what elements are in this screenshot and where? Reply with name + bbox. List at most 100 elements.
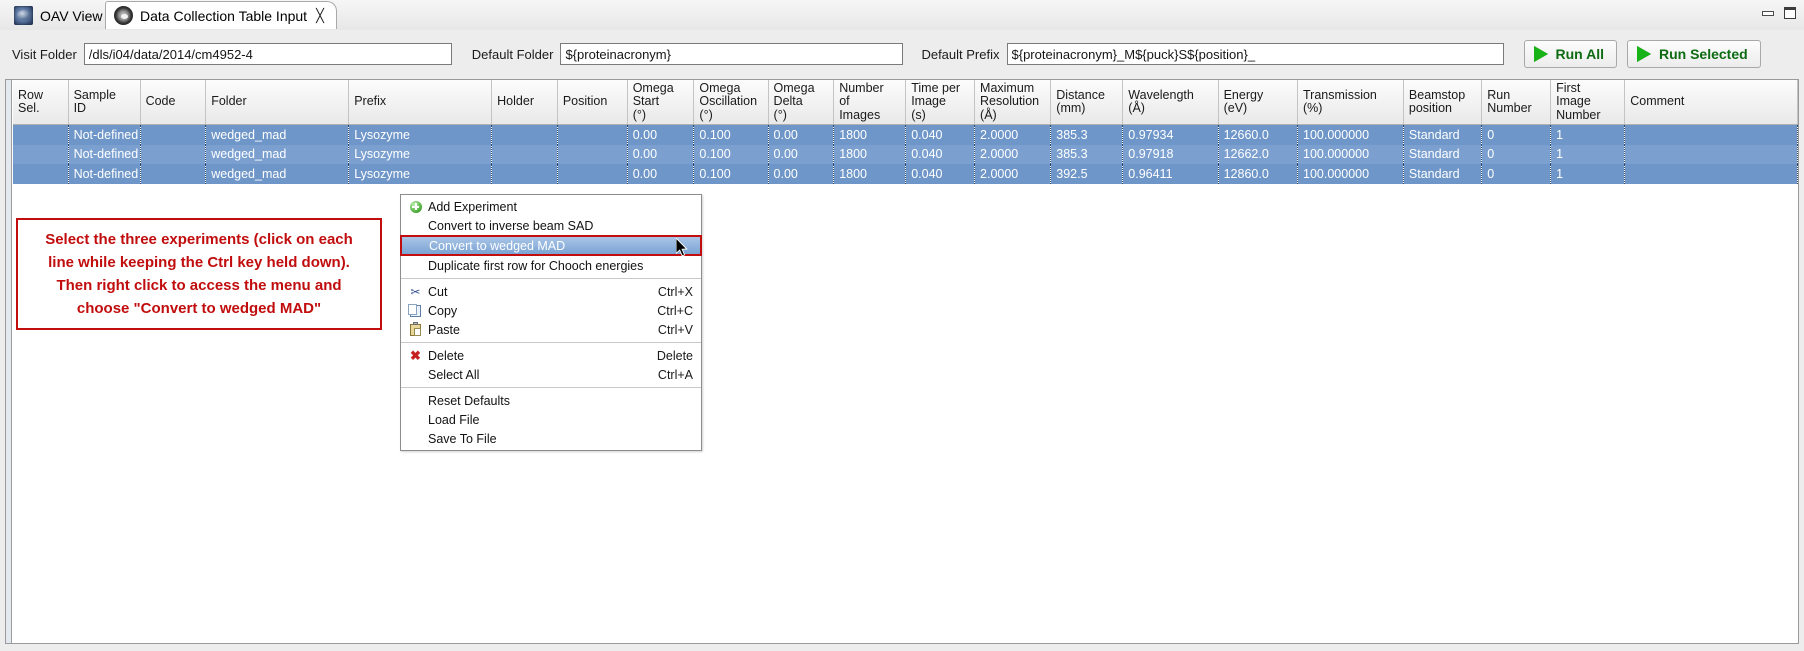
table-header-cell-4[interactable]: Prefix — [348, 80, 493, 125]
table-header-cell-12[interactable]: Maximum Resolution (Å) — [974, 80, 1052, 125]
menu-item-duplicate-first-row-for-chooch-energies[interactable]: Duplicate first row for Chooch energies — [401, 256, 701, 275]
menu-item-save-to-file[interactable]: Save To File — [401, 429, 701, 448]
menu-item-convert-to-inverse-beam-sad[interactable]: Convert to inverse beam SAD — [401, 216, 701, 235]
table-cell[interactable]: Not-defined — [68, 124, 141, 145]
table-cell[interactable]: 0.100 — [693, 124, 769, 145]
table-header-cell-18[interactable]: Run Number — [1481, 80, 1552, 125]
table-cell[interactable] — [491, 164, 558, 184]
table-cell[interactable]: 0.96411 — [1122, 164, 1219, 184]
maximize-icon[interactable] — [1784, 7, 1796, 19]
table-cell[interactable]: 385.3 — [1050, 124, 1124, 145]
table-header-cell-7[interactable]: Omega Start (°) — [627, 80, 695, 125]
table-cell[interactable]: 0.97934 — [1122, 124, 1219, 145]
table-cell[interactable]: 1800 — [833, 124, 907, 145]
table-cell[interactable] — [491, 144, 558, 164]
table-cell[interactable] — [1624, 124, 1798, 145]
table-header-cell-20[interactable]: Comment — [1624, 80, 1798, 125]
table-cell[interactable] — [13, 124, 69, 145]
menu-item-cut[interactable]: ✂ Cut Ctrl+X — [401, 282, 701, 301]
menu-item-copy[interactable]: Copy Ctrl+C — [401, 301, 701, 320]
table-cell[interactable]: 100.000000 — [1297, 164, 1404, 184]
menu-item-add-experiment[interactable]: Add Experiment — [401, 197, 701, 216]
table-cell[interactable]: 0.00 — [768, 164, 835, 184]
menu-item-select-all[interactable]: Select All Ctrl+A — [401, 365, 701, 384]
menu-item-delete[interactable]: ✖ Delete Delete — [401, 346, 701, 365]
table-cell[interactable]: wedged_mad — [205, 124, 350, 145]
table-cell[interactable] — [1624, 164, 1798, 184]
table-header-cell-13[interactable]: Distance (mm) — [1050, 80, 1124, 125]
table-header-cell-5[interactable]: Holder — [491, 80, 558, 125]
table-header-cell-8[interactable]: Omega Oscillation (°) — [693, 80, 769, 125]
table-cell[interactable]: 1 — [1550, 164, 1626, 184]
table-cell[interactable]: 0.00 — [627, 124, 695, 145]
table-cell[interactable]: 0.040 — [905, 124, 976, 145]
table-cell[interactable]: 0 — [1481, 124, 1552, 145]
table-cell[interactable] — [557, 164, 628, 184]
menu-item-load-file[interactable]: Load File — [401, 410, 701, 429]
table-cell[interactable] — [140, 144, 207, 164]
table-cell[interactable] — [13, 144, 69, 164]
table-cell[interactable]: 0.100 — [693, 144, 769, 164]
menu-item-reset-defaults[interactable]: Reset Defaults — [401, 391, 701, 410]
close-icon[interactable]: ╳ — [316, 9, 324, 22]
default-prefix-input[interactable] — [1006, 43, 1504, 65]
table-cell[interactable] — [557, 124, 628, 145]
run-selected-button[interactable]: Run Selected — [1626, 40, 1761, 68]
table-cell[interactable]: 0.00 — [627, 164, 695, 184]
table-cell[interactable]: 2.0000 — [974, 124, 1052, 145]
menu-item-convert-to-wedged-mad[interactable]: Convert to wedged MAD — [400, 235, 702, 256]
table-cell[interactable]: 1800 — [833, 144, 907, 164]
visit-folder-input[interactable] — [83, 43, 452, 65]
table-cell[interactable]: 100.000000 — [1297, 144, 1404, 164]
minimize-icon[interactable] — [1762, 10, 1774, 16]
table-cell[interactable]: 0 — [1481, 144, 1552, 164]
table-header-cell-17[interactable]: Beamstop position — [1403, 80, 1483, 125]
table-cell[interactable]: 100.000000 — [1297, 124, 1404, 145]
table-header-cell-16[interactable]: Transmission (%) — [1297, 80, 1404, 125]
table-header-cell-3[interactable]: Folder — [205, 80, 350, 125]
table-cell[interactable]: Standard — [1403, 144, 1483, 164]
table-row[interactable]: Not-defined wedged_mad Lysozyme 0.00 0.100 0.… — [13, 144, 1798, 164]
table-header-cell-0[interactable]: Row Sel. — [13, 80, 69, 125]
table-cell[interactable]: Not-defined — [68, 164, 141, 184]
table-cell[interactable]: Lysozyme — [348, 144, 493, 164]
table-cell[interactable] — [1624, 144, 1798, 164]
table-cell[interactable] — [557, 144, 628, 164]
table-cell[interactable]: 392.5 — [1050, 164, 1124, 184]
table-cell[interactable]: 1800 — [833, 164, 907, 184]
table-cell[interactable]: 0.00 — [768, 124, 835, 145]
table-cell[interactable]: 12660.0 — [1218, 124, 1299, 145]
table-cell[interactable]: Not-defined — [68, 144, 141, 164]
table-cell[interactable]: 0.00 — [627, 144, 695, 164]
table-cell[interactable] — [13, 164, 69, 184]
table-cell[interactable]: wedged_mad — [205, 164, 350, 184]
table-header-cell-11[interactable]: Time per Image (s) — [905, 80, 976, 125]
table-header-cell-15[interactable]: Energy (eV) — [1218, 80, 1299, 125]
table-cell[interactable]: 0.040 — [905, 164, 976, 184]
table-cell[interactable] — [140, 164, 207, 184]
run-all-button[interactable]: Run All — [1523, 40, 1617, 68]
table-cell[interactable]: Lysozyme — [348, 164, 493, 184]
table-cell[interactable]: 0.100 — [693, 164, 769, 184]
table-cell[interactable]: Standard — [1403, 124, 1483, 145]
default-folder-input[interactable] — [560, 43, 904, 65]
table-header-cell-6[interactable]: Position — [557, 80, 628, 125]
table-header-cell-14[interactable]: Wavelength (Å) — [1122, 80, 1219, 125]
table-header-cell-2[interactable]: Code — [140, 80, 207, 125]
table-header-cell-9[interactable]: Omega Delta (°) — [768, 80, 835, 125]
table-header-cell-10[interactable]: Number of Images — [833, 80, 907, 125]
table-row[interactable]: Not-defined wedged_mad Lysozyme 0.00 0.100 0.… — [13, 164, 1798, 184]
table-cell[interactable]: 1 — [1550, 124, 1626, 145]
table-cell[interactable] — [140, 124, 207, 145]
table-cell[interactable]: 12662.0 — [1218, 144, 1299, 164]
table-cell[interactable]: 12860.0 — [1218, 164, 1299, 184]
table-header-cell-1[interactable]: Sample ID — [68, 80, 141, 125]
table-cell[interactable]: Standard — [1403, 164, 1483, 184]
tab-oav-view[interactable]: OAV View — [6, 2, 115, 29]
table-row[interactable]: Not-defined wedged_mad Lysozyme 0.00 0.100 0.… — [13, 124, 1798, 145]
table-cell[interactable]: 2.0000 — [974, 144, 1052, 164]
table-cell[interactable]: 0.040 — [905, 144, 976, 164]
menu-item-paste[interactable]: Paste Ctrl+V — [401, 320, 701, 339]
table-cell[interactable]: 1 — [1550, 144, 1626, 164]
table-cell[interactable]: 385.3 — [1050, 144, 1124, 164]
